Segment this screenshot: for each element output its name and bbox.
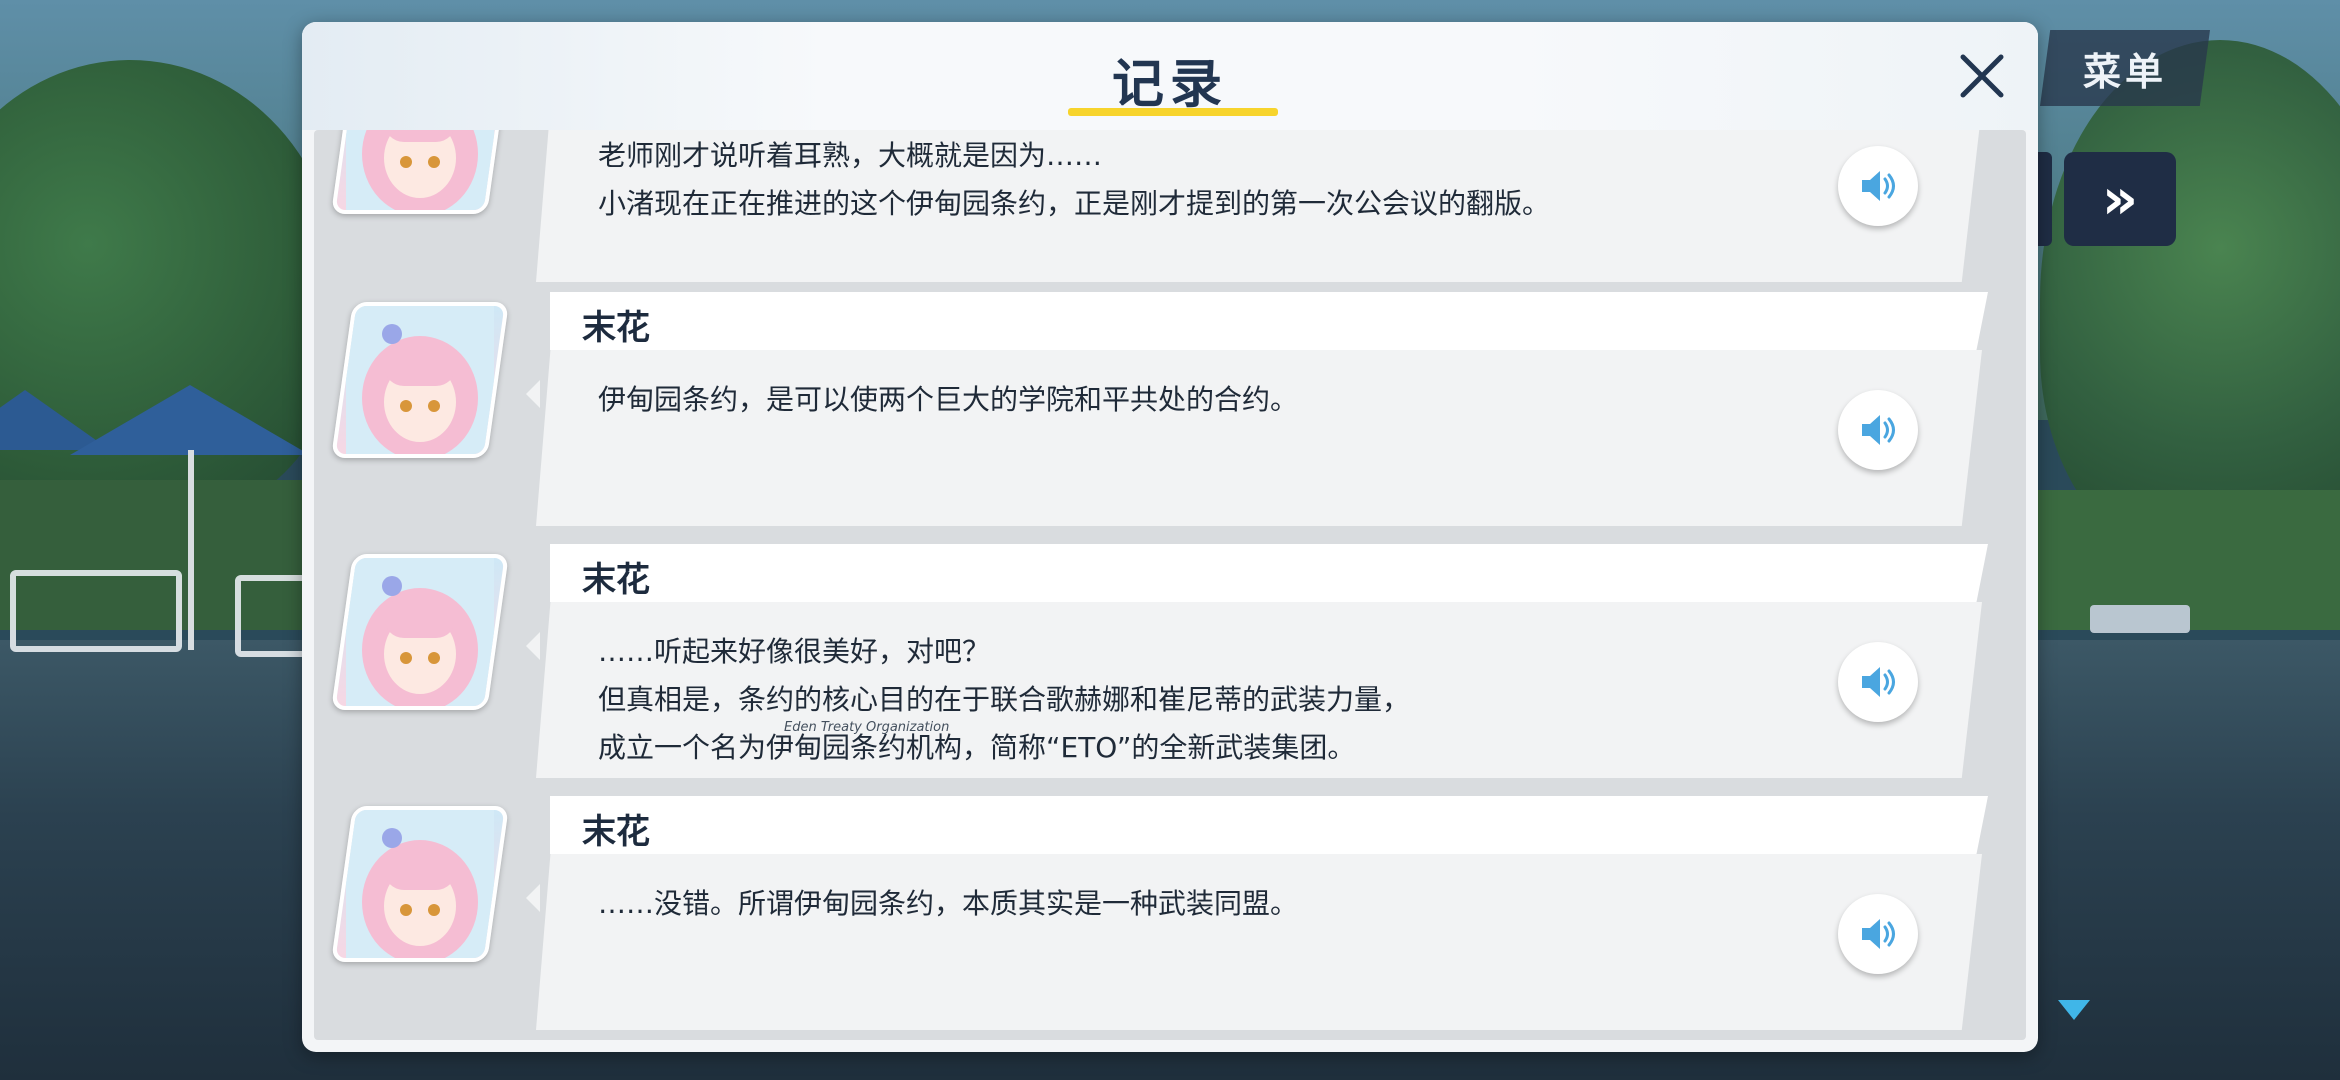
portrait-image xyxy=(346,558,494,710)
portrait-image xyxy=(346,810,494,962)
log-entry: 老师刚才说听着耳熟，大概就是因为…… 小渚现在正在推进的这个伊甸园条约，正是刚才… xyxy=(314,130,2026,288)
close-icon xyxy=(1960,54,2004,98)
portrait-image xyxy=(346,306,494,458)
bubble-tip xyxy=(526,380,540,408)
title-underline xyxy=(1068,108,1278,116)
close-button[interactable] xyxy=(1942,36,2022,116)
voice-replay-button[interactable] xyxy=(1838,390,1918,470)
dialogue-text: ……没错。所谓伊甸园条约，本质其实是一种武装同盟。 xyxy=(598,887,1299,920)
speaker-avatar xyxy=(331,302,509,458)
speaker-icon xyxy=(1862,415,1895,445)
umbrella-pole xyxy=(188,450,194,650)
dialogue-text: 老师刚才说听着耳熟，大概就是因为…… 小渚现在正在推进的这个伊甸园条约，正是刚才… xyxy=(598,139,1551,220)
menu-button[interactable]: 菜单 xyxy=(2040,30,2210,106)
dialog-header: 记录 xyxy=(302,22,2038,130)
speaker-avatar xyxy=(331,554,509,710)
dialogue-text: 伊甸园条约，是可以使两个巨大的学院和平共处的合约。 xyxy=(598,383,1299,416)
starting-block xyxy=(2090,605,2190,633)
speaker-name-bar xyxy=(550,544,1988,602)
speaker-name: 末花 xyxy=(582,560,650,600)
voice-replay-button[interactable] xyxy=(1838,642,1918,722)
fast-forward-icon: » xyxy=(2101,166,2139,232)
bubble-tip xyxy=(526,884,540,912)
speaker-avatar xyxy=(331,130,509,214)
speaker-icon xyxy=(1862,919,1895,949)
speaker-name: 末花 xyxy=(582,812,650,852)
dialog-title: 记录 xyxy=(1111,55,1228,115)
log-dialog: 记录 老师刚才说听着耳熟，大概就是因为…… 小渚现在正在推进的这个伊甸园条约，正… xyxy=(302,22,2038,1052)
speaker-icon xyxy=(1862,171,1895,201)
log-entry: 末花 ……没错。所谓伊甸园条约，本质其实是一种武装同盟。 xyxy=(314,796,2026,1036)
speaker-icon xyxy=(1862,667,1895,697)
log-scroll-area[interactable]: 老师刚才说听着耳熟，大概就是因为…… 小渚现在正在推进的这个伊甸园条约，正是刚才… xyxy=(314,130,2026,1040)
voice-replay-button[interactable] xyxy=(1838,894,1918,974)
log-entry: 末花 伊甸园条约，是可以使两个巨大的学院和平共处的合约。 xyxy=(314,292,2026,532)
speaker-name: 末花 xyxy=(582,308,650,348)
fast-forward-button[interactable]: » xyxy=(2064,152,2176,246)
scroll-down-arrow-icon[interactable] xyxy=(2058,1000,2090,1020)
voice-replay-button[interactable] xyxy=(1838,146,1918,226)
lounge-chair xyxy=(10,570,182,652)
bubble-tip xyxy=(526,632,540,660)
speaker-avatar xyxy=(331,806,509,962)
portrait-image xyxy=(346,130,494,214)
speaker-name-bar xyxy=(550,292,1988,350)
ruby-annotation: Eden Treaty Organization xyxy=(784,720,950,735)
speaker-name-bar xyxy=(550,796,1988,854)
log-entry: 末花 ……听起来好像很美好，对吧？ 但真相是，条约的核心目的在于联合歌赫娜和崔尼… xyxy=(314,544,2026,784)
dialogue-text: ……听起来好像很美好，对吧？ 但真相是，条约的核心目的在于联合歌赫娜和崔尼蒂的武… xyxy=(598,635,1411,764)
